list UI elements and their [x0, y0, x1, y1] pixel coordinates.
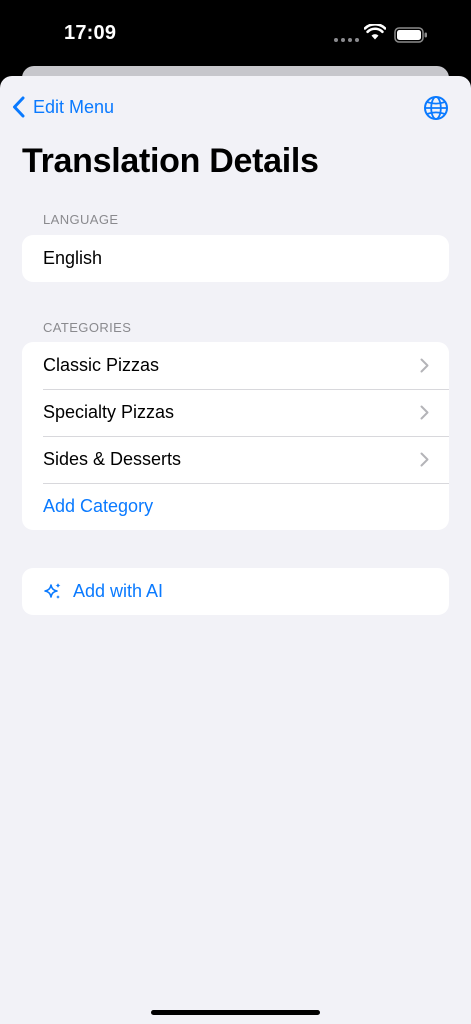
add-category-button[interactable]: Add Category — [22, 483, 449, 530]
chevron-right-icon — [420, 358, 429, 373]
categories-section-header: CATEGORIES — [43, 320, 132, 335]
add-with-ai-button[interactable]: Add with AI — [22, 568, 449, 615]
category-label: Sides & Desserts — [43, 449, 182, 469]
globe-icon[interactable] — [423, 95, 449, 121]
add-category-label: Add Category — [43, 496, 154, 516]
back-button-label: Edit Menu — [33, 96, 115, 117]
translation-details-sheet: Edit Menu Translation Details LANGUAGE E… — [0, 76, 471, 1024]
sparkles-icon — [44, 582, 61, 599]
language-row[interactable]: English — [22, 235, 449, 282]
battery-icon — [394, 27, 427, 43]
language-group: English — [22, 235, 449, 282]
back-button[interactable]: Edit Menu — [12, 94, 114, 120]
status-bar: 17:09 — [0, 0, 471, 66]
home-indicator[interactable] — [151, 1010, 320, 1015]
chevron-right-icon — [420, 452, 429, 467]
wifi-icon — [364, 24, 386, 40]
status-time: 17:09 — [64, 22, 117, 44]
chevron-right-icon — [420, 405, 429, 420]
category-label: Classic Pizzas — [43, 355, 160, 375]
page-title: Translation Details — [22, 142, 319, 180]
category-row-sides-desserts[interactable]: Sides & Desserts — [22, 436, 449, 483]
categories-group: Classic Pizzas Specialty Pizzas Sides & … — [22, 342, 449, 530]
language-section-header: LANGUAGE — [43, 212, 119, 227]
category-row-specialty-pizzas[interactable]: Specialty Pizzas — [22, 389, 449, 436]
cellular-signal-icon — [334, 38, 359, 42]
category-label: Specialty Pizzas — [43, 402, 175, 422]
ai-group: Add with AI — [22, 568, 449, 615]
add-with-ai-label: Add with AI — [73, 581, 164, 601]
category-row-classic-pizzas[interactable]: Classic Pizzas — [22, 342, 449, 389]
language-value: English — [43, 248, 103, 268]
chevron-left-icon — [13, 96, 25, 118]
